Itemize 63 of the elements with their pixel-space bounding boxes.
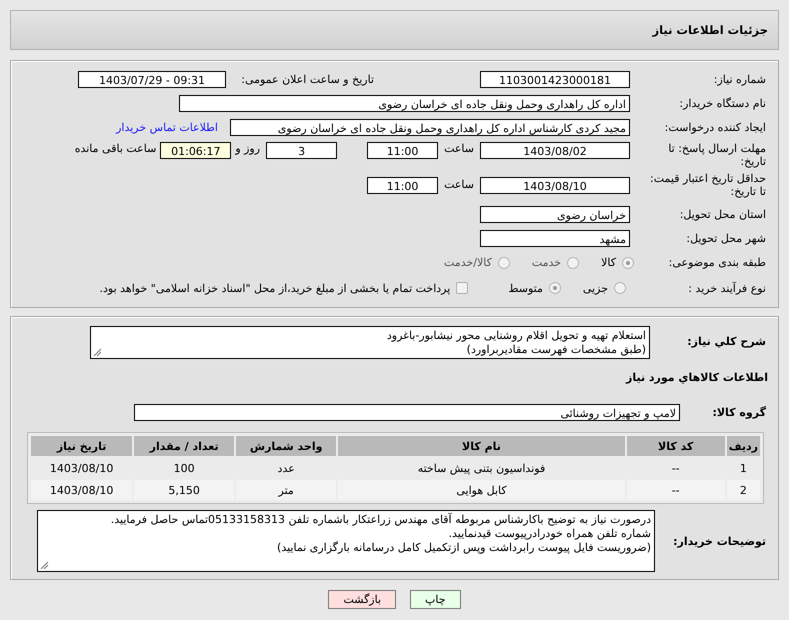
field-label: نام دستگاه خریدار: [678,96,767,110]
time-label: ساعت [444,142,474,155]
option-label: جزیی [582,282,608,294]
table-cell: -- [626,480,725,500]
column-header: نام کالا [338,436,625,456]
column-header: کد کالا [626,436,725,456]
option-label: کالا/خدمت [444,256,492,269]
table-cell: متر [236,480,336,500]
back-button[interactable]: بازگشت [328,590,396,609]
time-field: 11:00 [367,142,438,159]
need-number-field: 1103001423000181 [480,70,630,88]
buyer-notes-field[interactable]: درصورت نیاز به توضیح باکارشناس مربوطه آقای مهندس زراعتکار باشماره تلفن 05133158313تماس حاصل فرمایید. شماره تلفن همراه خودرادرپیوست قیدنمایید. (ضروریست فایل پیوست رابرداشت وپس ازتکمیل کامل درسامانه بارگزاری نمایید) [37,510,655,572]
column-header: واحد شمارش [236,436,336,456]
section-heading: اطلاعات کالاهاي مورد نیاز [626,370,769,384]
field-label: استان محل تحویل: [678,208,767,220]
field-label: ایجاد کننده درخواست: [664,120,767,134]
contact-link[interactable]: اطلاعات تماس خریدار [116,120,218,134]
table-cell: 5,150 [134,480,234,500]
option-label: کالا [601,256,616,269]
print-button[interactable]: چاپ [410,590,461,609]
remaining-label: ساعت باقی مانده [74,142,156,155]
date-field: 1403/08/02 [480,142,630,159]
days-label: روز و [235,142,260,155]
table-cell: 1403/08/10 [31,480,132,500]
page-title: جزئیات اطلاعات نیاز [652,23,768,37]
option-label: خدمت [532,256,562,269]
radio-button[interactable] [548,282,561,294]
column-header: تاریخ نیاز [31,436,132,456]
column-header: تعداد / مقدار [134,436,234,456]
column-header: ردیف [726,436,760,456]
field-label: شماره نیاز: [712,72,767,86]
radio-button[interactable] [498,256,510,268]
province-field: خراسان رضوی [480,206,630,222]
date-field: 1403/08/10 [480,177,630,194]
field-label: شهر محل تحویل: [685,232,767,244]
goods-group-field: لامپ و تجهیزات روشنائی [134,404,680,420]
table-cell: 2 [726,480,760,500]
remaining-time-field: 01:06:17 [160,142,232,159]
field-label: مهلت ارسال پاسخ: تا تاریخ: [667,142,767,168]
option-label: متوسط [508,282,543,294]
time-label: ساعت [444,178,474,191]
checkbox-label: پرداخت تمام یا بخشی از مبلغ خرید،از محل "اسناد خزانه اسلامی" خواهد بود. [100,282,450,294]
field-label: حداقل تاریخ اعتبار قیمت: تا تاریخ: [649,172,767,198]
field-label: نوع فرآیند خرید : [687,282,767,294]
table-cell: کابل هوایی [338,480,625,500]
announce-date-field: 1403/07/29 - 09:31 [78,70,226,88]
field-label: توضیحات خریدار: [672,534,767,548]
radio-button[interactable] [614,282,626,294]
resize-grip-icon[interactable] [40,561,48,569]
resize-grip-icon[interactable] [93,348,101,356]
radio-button[interactable] [622,256,634,268]
field-label: تاریخ و ساعت اعلان عمومی: [240,72,375,86]
city-field: مشهد [480,230,630,246]
radio-button[interactable] [567,256,580,268]
field-label: طبقه بندی موضوعی: [668,256,767,269]
buyer-org-field: اداره کل راهداری وحمل ونقل جاده ای خراسان رضوی [179,94,630,112]
field-label: شرح کلي نیاز: [686,335,767,348]
description-field[interactable]: استعلام تهیه و تحویل اقلام روشنایی محور نیشابور-باغرود (طبق مشخصات فهرست مقادیربراورد) [90,326,650,359]
checkbox[interactable] [456,282,468,294]
creator-field: مجید کردی کارشناس اداره کل راهداری وحمل ونقل جاده ای خراسان رضوی [230,118,630,136]
time-field: 11:00 [367,177,438,194]
days-field: 3 [266,142,338,159]
field-label: گروه کالا: [711,406,767,418]
